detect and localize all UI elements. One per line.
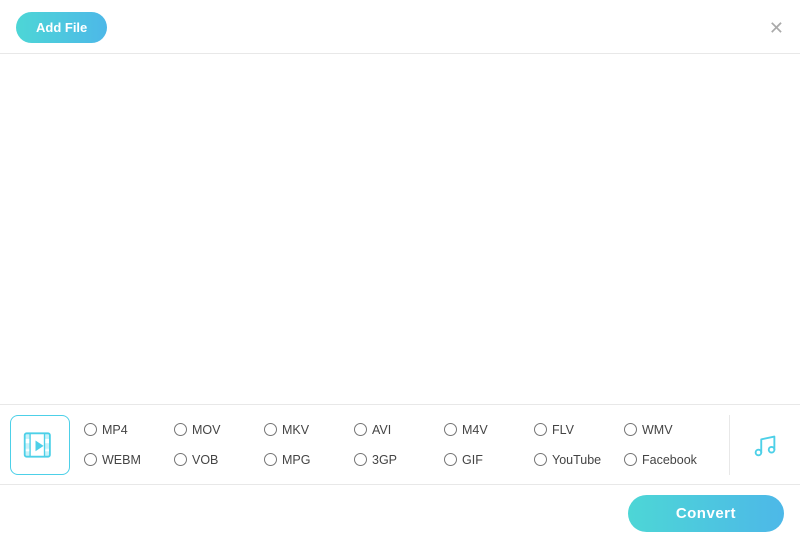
format-option-3gp[interactable]: 3GP bbox=[354, 453, 444, 467]
format-option-mov[interactable]: MOV bbox=[174, 423, 264, 437]
video-format-icon-box[interactable] bbox=[10, 415, 70, 475]
format-option-mp4[interactable]: MP4 bbox=[84, 423, 174, 437]
format-radio-avi[interactable] bbox=[354, 423, 367, 436]
format-label-wmv: WMV bbox=[642, 423, 673, 437]
format-radio-mpg[interactable] bbox=[264, 453, 277, 466]
music-note-icon bbox=[750, 430, 780, 460]
format-option-m4v[interactable]: M4V bbox=[444, 423, 534, 437]
format-option-vob[interactable]: VOB bbox=[174, 453, 264, 467]
format-label-m4v: M4V bbox=[462, 423, 488, 437]
add-file-button[interactable]: Add File bbox=[16, 12, 107, 43]
format-label-flv: FLV bbox=[552, 423, 574, 437]
format-radio-webm[interactable] bbox=[84, 453, 97, 466]
format-label-avi: AVI bbox=[372, 423, 391, 437]
format-label-facebook: Facebook bbox=[642, 453, 697, 467]
bottom-bar: MP4 MOV MKV AVI M4V FLV bbox=[0, 404, 800, 542]
format-divider bbox=[729, 415, 730, 475]
format-option-gif[interactable]: GIF bbox=[444, 453, 534, 467]
format-radio-wmv[interactable] bbox=[624, 423, 637, 436]
format-label-3gp: 3GP bbox=[372, 453, 397, 467]
format-label-mpg: MPG bbox=[282, 453, 310, 467]
format-radio-gif[interactable] bbox=[444, 453, 457, 466]
format-radio-vob[interactable] bbox=[174, 453, 187, 466]
format-option-mpg[interactable]: MPG bbox=[264, 453, 354, 467]
format-option-youtube[interactable]: YouTube bbox=[534, 453, 624, 467]
format-radio-3gp[interactable] bbox=[354, 453, 367, 466]
format-label-mkv: MKV bbox=[282, 423, 309, 437]
convert-button[interactable]: Convert bbox=[628, 495, 784, 532]
convert-row: Convert bbox=[0, 485, 800, 542]
format-option-wmv[interactable]: WMV bbox=[624, 423, 714, 437]
format-radio-facebook[interactable] bbox=[624, 453, 637, 466]
format-label-gif: GIF bbox=[462, 453, 483, 467]
format-label-youtube: YouTube bbox=[552, 453, 601, 467]
header: Add File ✕ bbox=[0, 0, 800, 54]
file-drop-area bbox=[0, 54, 800, 364]
format-radio-mkv[interactable] bbox=[264, 423, 277, 436]
format-label-vob: VOB bbox=[192, 453, 218, 467]
format-option-webm[interactable]: WEBM bbox=[84, 453, 174, 467]
format-radio-youtube[interactable] bbox=[534, 453, 547, 466]
format-option-avi[interactable]: AVI bbox=[354, 423, 444, 437]
close-button[interactable]: ✕ bbox=[769, 19, 784, 37]
format-radio-mov[interactable] bbox=[174, 423, 187, 436]
format-radio-mp4[interactable] bbox=[84, 423, 97, 436]
format-radio-flv[interactable] bbox=[534, 423, 547, 436]
format-option-facebook[interactable]: Facebook bbox=[624, 453, 714, 467]
video-icon bbox=[22, 427, 58, 463]
format-label-webm: WEBM bbox=[102, 453, 141, 467]
audio-format-icon-box[interactable] bbox=[740, 415, 790, 475]
format-label-mov: MOV bbox=[192, 423, 220, 437]
format-bar: MP4 MOV MKV AVI M4V FLV bbox=[0, 405, 800, 485]
format-radio-m4v[interactable] bbox=[444, 423, 457, 436]
format-options-grid: MP4 MOV MKV AVI M4V FLV bbox=[84, 415, 719, 475]
format-option-flv[interactable]: FLV bbox=[534, 423, 624, 437]
format-label-mp4: MP4 bbox=[102, 423, 128, 437]
format-option-mkv[interactable]: MKV bbox=[264, 423, 354, 437]
